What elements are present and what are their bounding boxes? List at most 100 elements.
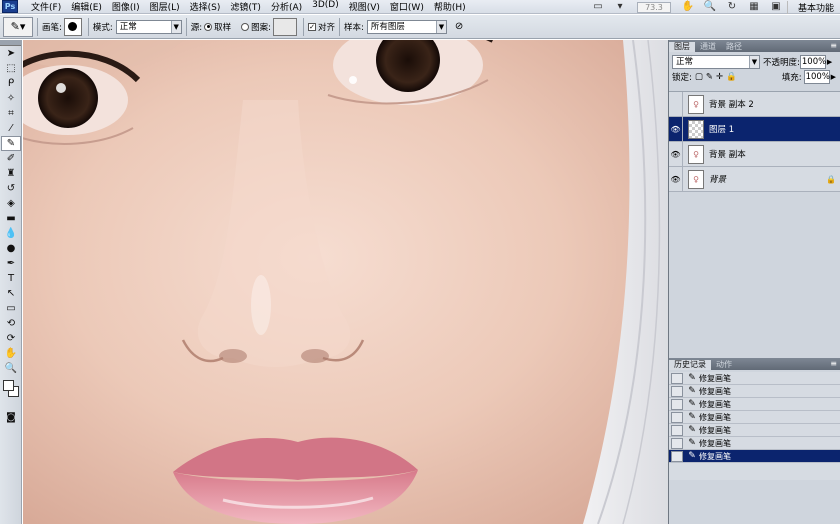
tab-layers[interactable]: 图层 <box>669 42 695 52</box>
hand-tool-icon[interactable]: ✋ <box>1 346 21 361</box>
lock-position-icon[interactable]: ✛ <box>716 72 723 82</box>
3d-rotate-tool-icon[interactable]: ⟲ <box>1 316 21 331</box>
layer-row[interactable]: ♀ 背景 副本 2 <box>669 91 840 117</box>
tab-channels[interactable]: 通道 <box>695 42 721 52</box>
gradient-tool-icon[interactable]: ▬ <box>1 211 21 226</box>
shape-tool-icon[interactable]: ▭ <box>1 301 21 316</box>
zoom-icon[interactable]: 🔍 <box>703 1 717 13</box>
history-source[interactable] <box>671 424 683 436</box>
panel-menu-icon[interactable]: ≡ <box>830 359 837 368</box>
move-tool-icon[interactable]: ➤ <box>1 46 21 61</box>
divider <box>37 17 38 36</box>
history-source[interactable] <box>671 385 683 397</box>
history-source[interactable] <box>671 450 683 462</box>
zoom-tool-icon[interactable]: 🔍 <box>1 361 21 376</box>
tab-paths[interactable]: 路径 <box>721 42 747 52</box>
history-source[interactable] <box>671 398 683 410</box>
menu-file[interactable]: 文件(F) <box>26 0 66 13</box>
path-select-tool-icon[interactable]: ↖ <box>1 286 21 301</box>
history-state[interactable]: ✎ 修复画笔 <box>669 411 840 424</box>
history-state-selected[interactable]: ✎ 修复画笔 <box>669 450 840 463</box>
foreground-color-swatch[interactable] <box>3 380 14 391</box>
history-state[interactable]: ✎ 修复画笔 <box>669 424 840 437</box>
3d-orbit-tool-icon[interactable]: ⟳ <box>1 331 21 346</box>
layer-row[interactable]: 👁 ♀ 背景 副本 <box>669 141 840 167</box>
brush-tool-icon[interactable]: ✐ <box>1 151 21 166</box>
screen-mode-menu-icon[interactable]: ▣ <box>769 1 783 13</box>
menu-image[interactable]: 图像(I) <box>107 0 145 13</box>
clone-stamp-tool-icon[interactable]: ♜ <box>1 166 21 181</box>
lock-pixels-icon[interactable]: ✎ <box>706 72 713 82</box>
arrange-documents-icon[interactable]: ▦ <box>747 1 761 13</box>
tab-history[interactable]: 历史记录 <box>669 360 711 370</box>
brush-picker[interactable] <box>63 17 82 36</box>
history-source[interactable] <box>671 411 683 423</box>
menu-edit[interactable]: 编辑(E) <box>66 0 107 13</box>
mode-select[interactable]: 正常 ▼ <box>115 19 182 34</box>
fill-input[interactable]: 100% <box>803 69 830 84</box>
blend-row: 正常 ▼ 不透明度: 100% ▶ <box>669 54 840 69</box>
eye-icon[interactable]: 👁 <box>669 166 683 192</box>
pattern-radio[interactable] <box>241 22 250 31</box>
layer-list: ♀ 背景 副本 2 👁 图层 1 👁 ♀ 背景 副本 👁 ♀ 背景 🔒 <box>669 91 840 192</box>
panel-menu-icon[interactable]: ≡ <box>830 41 837 50</box>
fill-slider-icon[interactable]: ▶ <box>831 73 836 81</box>
opacity-slider-icon[interactable]: ▶ <box>827 58 832 66</box>
screen-mode-icon[interactable]: ▭ <box>591 1 605 13</box>
history-state[interactable]: ✎ 修复画笔 <box>669 437 840 450</box>
menu-help[interactable]: 帮助(H) <box>429 0 471 13</box>
healing-brush-icon: ✎ <box>688 386 696 396</box>
history-state-label: 修复画笔 <box>699 386 731 396</box>
menu-select[interactable]: 选择(S) <box>185 0 226 13</box>
tab-actions[interactable]: 动作 <box>711 360 737 370</box>
history-state[interactable]: ✎ 修复画笔 <box>669 398 840 411</box>
eye-icon[interactable]: 👁 <box>669 141 683 167</box>
zoom-level-icon[interactable]: ▾ <box>613 1 627 13</box>
healing-brush-icon: ✎ <box>688 399 696 409</box>
menu-analysis[interactable]: 分析(A) <box>266 0 307 13</box>
quick-select-tool-icon[interactable]: ✧ <box>1 91 21 106</box>
visibility-toggle[interactable] <box>669 91 683 117</box>
lock-transparency-icon[interactable]: ▢ <box>695 72 703 82</box>
history-source[interactable] <box>671 372 683 384</box>
menu-window[interactable]: 窗口(W) <box>385 0 429 13</box>
history-list: ✎ 修复画笔 ✎ 修复画笔 ✎ 修复画笔 ✎ 修复画笔 ✎ 修复画笔 ✎ 修复画笔 ✎ 修复画… <box>669 372 840 480</box>
history-source[interactable] <box>671 437 683 449</box>
history-brush-tool-icon[interactable]: ↺ <box>1 181 21 196</box>
workspace-switcher[interactable]: 基本功能 <box>786 0 840 14</box>
crop-tool-icon[interactable]: ⌗ <box>1 106 21 121</box>
history-state-label: 修复画笔 <box>699 412 731 422</box>
layer-row[interactable]: 👁 ♀ 背景 🔒 <box>669 166 840 192</box>
blend-mode-select[interactable]: 正常 ▼ <box>672 54 760 69</box>
eyedropper-tool-icon[interactable]: ⁄ <box>1 121 21 136</box>
pattern-picker[interactable] <box>273 17 298 36</box>
dodge-tool-icon[interactable]: ● <box>1 241 21 256</box>
healing-brush-tool-icon[interactable]: ✎ <box>1 136 21 151</box>
history-state[interactable]: ✎ 修复画笔 <box>669 372 840 385</box>
quick-mask-icon[interactable]: ◙ <box>1 410 21 425</box>
blur-tool-icon[interactable]: 💧 <box>1 226 21 241</box>
eraser-tool-icon[interactable]: ◈ <box>1 196 21 211</box>
opacity-input[interactable]: 100% <box>799 54 826 69</box>
marquee-tool-icon[interactable]: ⬚ <box>1 61 21 76</box>
menu-layer[interactable]: 图层(L) <box>145 0 185 13</box>
ignore-adjustment-layers-icon[interactable]: ⊘ <box>455 21 463 32</box>
sampled-radio[interactable] <box>204 22 213 31</box>
document-canvas[interactable] <box>23 40 668 524</box>
lock-all-icon[interactable]: 🔒 <box>726 72 737 82</box>
sample-select[interactable]: 所有图层 ▼ <box>366 19 447 34</box>
aligned-checkbox[interactable]: ✓ <box>308 22 317 31</box>
lasso-tool-icon[interactable]: ᑭ <box>1 76 21 91</box>
eye-icon[interactable]: 👁 <box>669 116 683 142</box>
type-tool-icon[interactable]: T <box>1 271 21 286</box>
menu-view[interactable]: 视图(V) <box>344 0 385 13</box>
tool-preset-picker[interactable]: ✎▾ <box>3 16 33 37</box>
menu-3d[interactable]: 3D(D) <box>307 0 344 13</box>
history-state[interactable]: ✎ 修复画笔 <box>669 385 840 398</box>
pen-tool-icon[interactable]: ✒ <box>1 256 21 271</box>
rotate-view-icon[interactable]: ↻ <box>725 1 739 13</box>
menu-filter[interactable]: 滤镜(T) <box>225 0 266 13</box>
layer-row-selected[interactable]: 👁 图层 1 <box>669 116 840 142</box>
hand-icon[interactable]: ✋ <box>681 1 695 13</box>
zoom-level[interactable]: 73.3 <box>636 1 671 13</box>
